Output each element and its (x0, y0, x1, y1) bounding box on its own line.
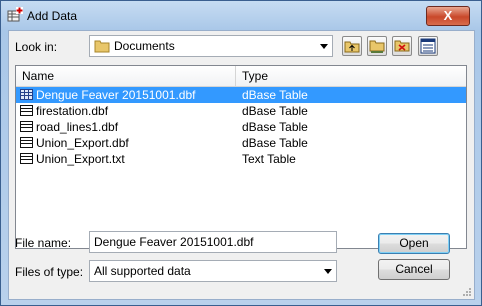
column-header-name[interactable]: Name (22, 69, 54, 83)
add-data-icon (7, 7, 23, 22)
window-title: Add Data (27, 9, 78, 23)
details-view-icon (420, 38, 436, 54)
connect-folder-button[interactable] (367, 36, 387, 56)
table-icon (20, 105, 33, 116)
file-list[interactable]: Name Type Dengue Feaver 20151001.dbf dBa… (15, 65, 467, 249)
file-type: dBase Table (242, 136, 308, 150)
file-name: firestation.dbf (36, 104, 109, 118)
folder-up-icon (344, 41, 360, 53)
file-type-label: Files of type: (15, 265, 84, 279)
file-name: Dengue Feaver 20151001.dbf (36, 88, 196, 102)
table-icon (20, 89, 33, 100)
list-item[interactable]: firestation.dbf dBase Table (16, 103, 466, 119)
disconnect-folder-button[interactable] (392, 36, 412, 56)
list-item[interactable]: Dengue Feaver 20151001.dbf dBase Table (16, 87, 466, 103)
file-name: road_lines1.dbf (36, 120, 119, 134)
list-header: Name Type (16, 66, 466, 87)
column-divider[interactable] (235, 66, 236, 86)
close-button[interactable]: X (426, 6, 470, 26)
chevron-down-icon[interactable] (324, 269, 332, 274)
cancel-button[interactable]: Cancel (378, 259, 450, 280)
connect-folder-icon (369, 40, 385, 53)
folder-icon (94, 40, 110, 53)
file-type-dropdown[interactable]: All supported data (89, 260, 337, 282)
file-type: Text Table (242, 152, 296, 166)
file-name-field[interactable]: Dengue Feaver 20151001.dbf (89, 231, 337, 253)
open-button[interactable]: Open (378, 233, 450, 254)
file-type-value: All supported data (94, 264, 191, 278)
list-item[interactable]: road_lines1.dbf dBase Table (16, 119, 466, 135)
list-item[interactable]: Union_Export.txt Text Table (16, 151, 466, 167)
file-type: dBase Table (242, 88, 308, 102)
list-item[interactable]: Union_Export.dbf dBase Table (16, 135, 466, 151)
file-type: dBase Table (242, 120, 308, 134)
column-header-type[interactable]: Type (242, 69, 268, 83)
table-icon (20, 137, 33, 148)
chevron-down-icon[interactable] (320, 44, 328, 49)
file-name-label: File name: (15, 236, 72, 250)
file-name: Union_Export.txt (36, 152, 125, 166)
dialog-body: Look in: Documents Name Type Dengue Feav… (8, 30, 475, 300)
table-icon (20, 153, 33, 164)
up-one-level-button[interactable] (342, 36, 362, 56)
resize-grip-icon[interactable] (462, 287, 472, 297)
file-name: Union_Export.dbf (36, 136, 129, 150)
file-type: dBase Table (242, 104, 308, 118)
table-icon (20, 121, 33, 132)
disconnect-folder-icon (394, 40, 410, 52)
view-options-button[interactable] (418, 36, 438, 56)
look-in-value: Documents (114, 39, 175, 53)
look-in-dropdown[interactable]: Documents (89, 35, 333, 57)
look-in-label: Look in: (15, 40, 58, 54)
add-data-dialog: Add Data X Look in: Documents Name Type … (0, 0, 482, 306)
title-bar: Add Data X (1, 1, 481, 31)
